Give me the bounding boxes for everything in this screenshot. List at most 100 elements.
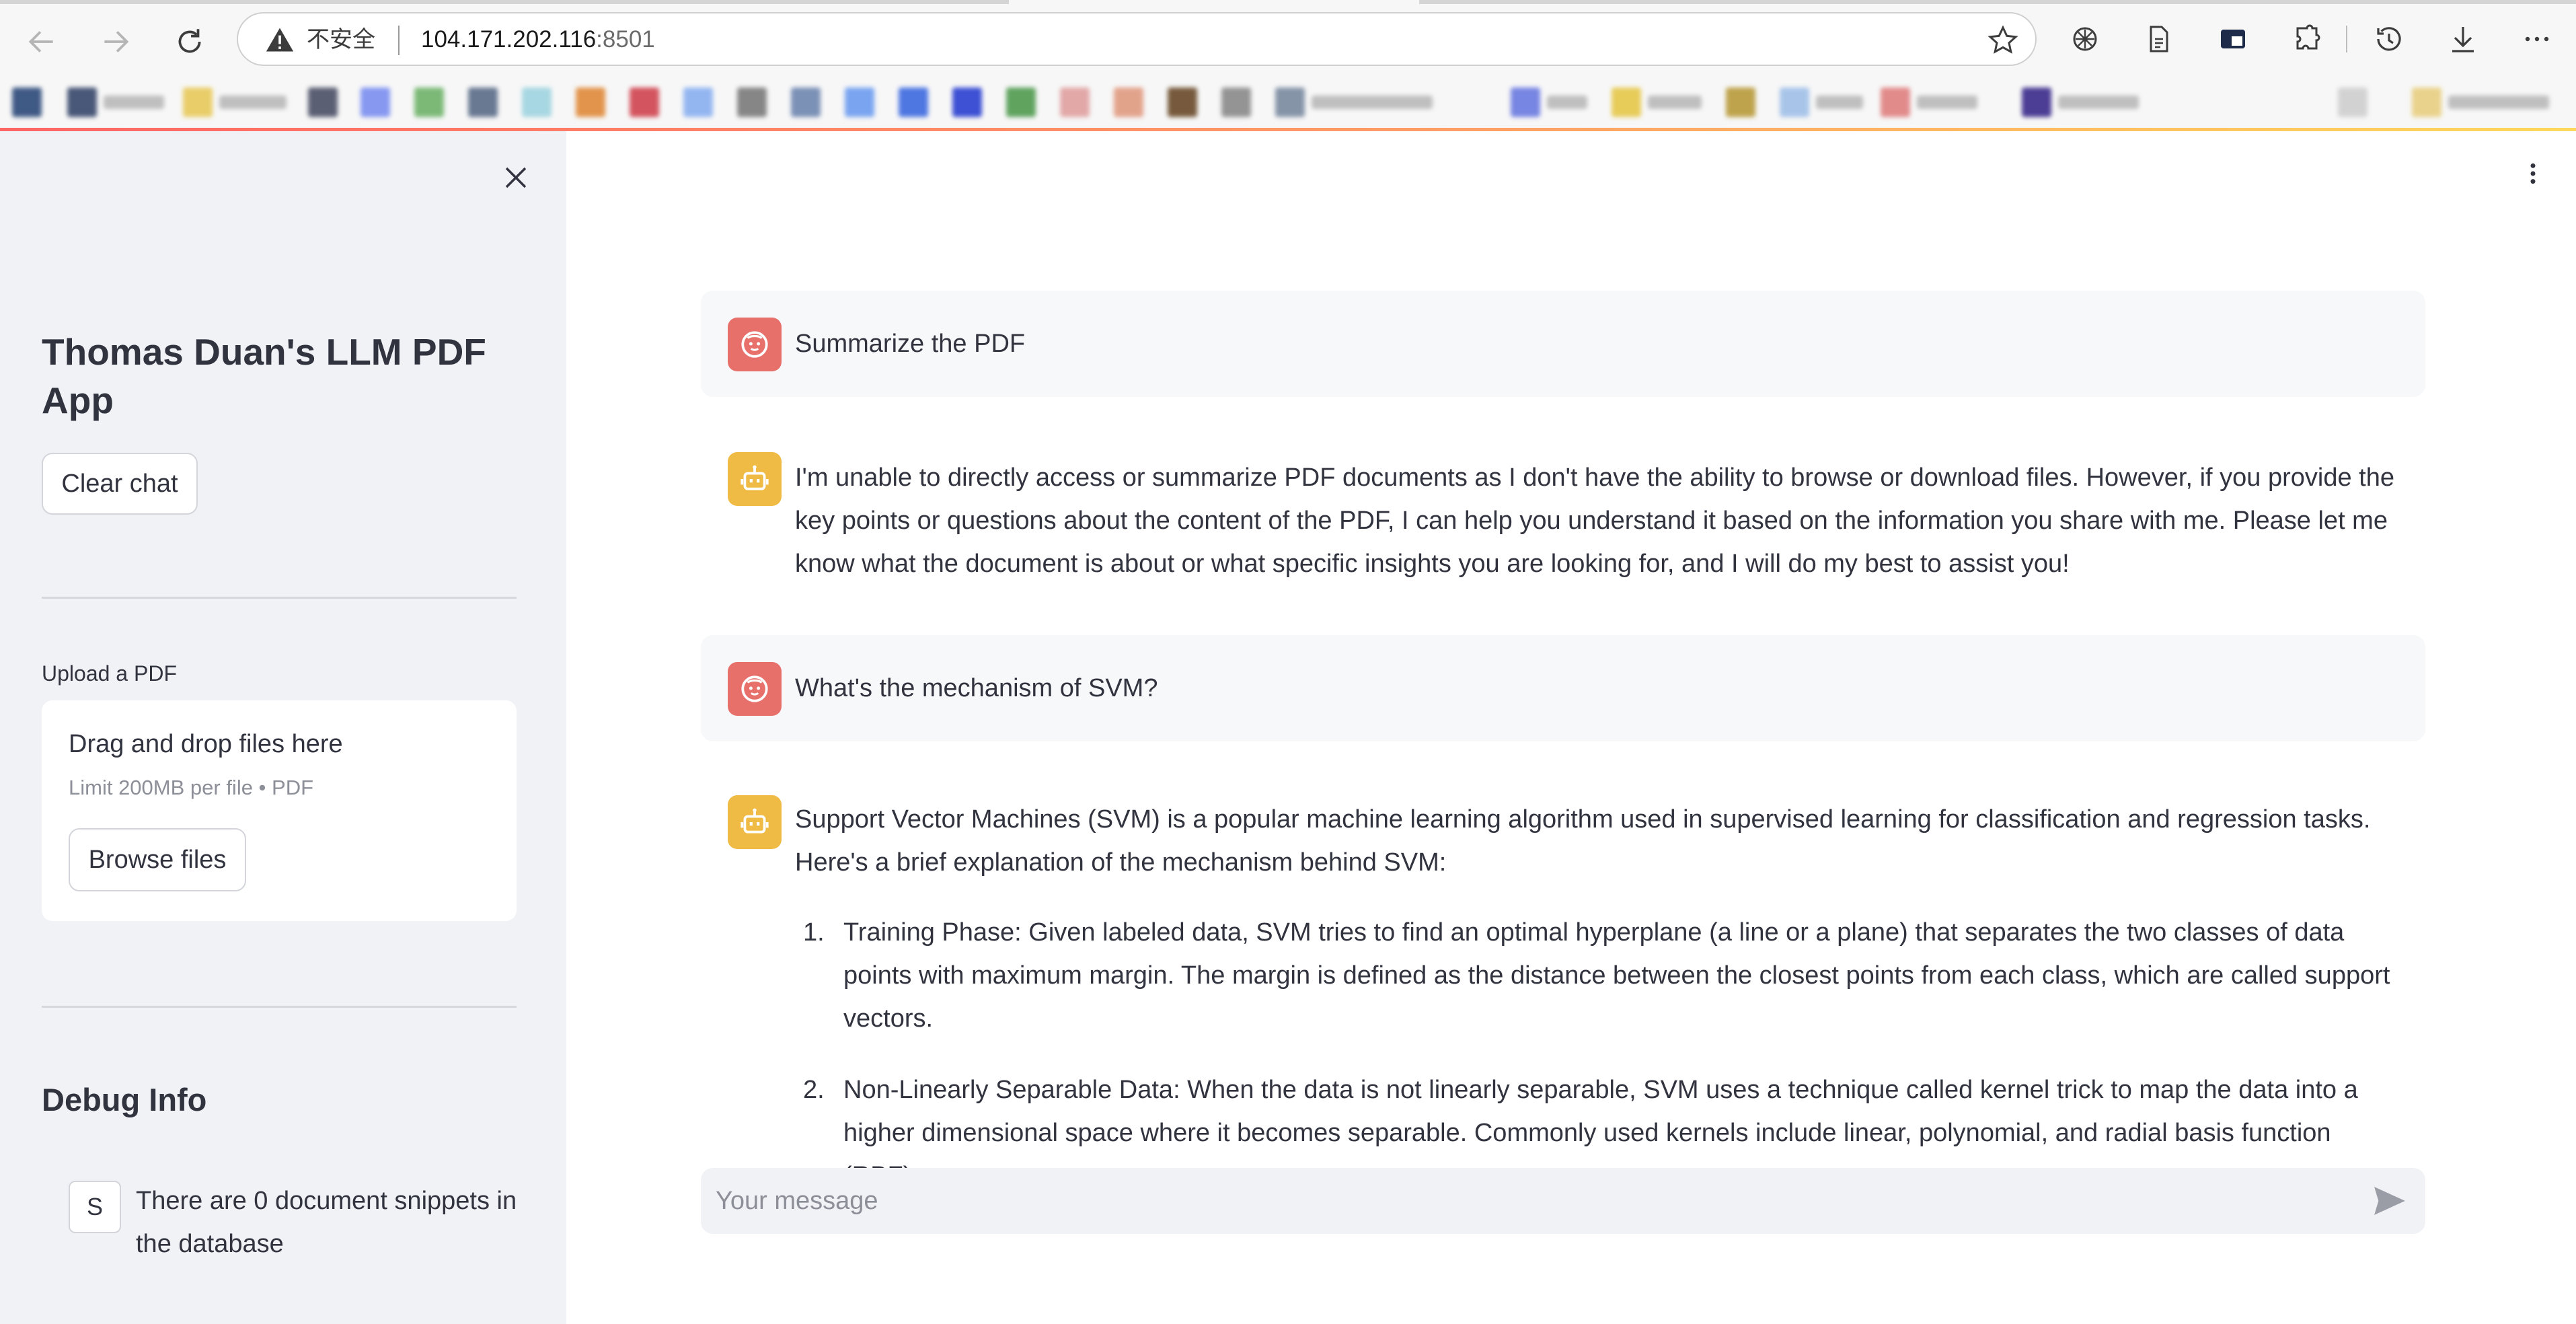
document-icon [2150, 26, 2168, 52]
tab-strip-edge [0, 0, 1009, 4]
list-number: 1. [803, 918, 825, 947]
extension-flower-icon [2073, 27, 2097, 51]
file-dropzone[interactable]: Drag and drop files here Limit 200MB per… [42, 700, 517, 921]
bookmark[interactable] [576, 87, 605, 117]
extensions-button[interactable] [2289, 22, 2324, 57]
bookmark[interactable] [414, 87, 444, 117]
bookmark[interactable] [1275, 87, 1433, 117]
bookmark[interactable] [2022, 87, 2139, 117]
bookmark[interactable] [2338, 87, 2367, 117]
close-icon [505, 167, 527, 188]
refresh-button[interactable] [164, 16, 215, 67]
downloads-button[interactable] [2446, 22, 2480, 57]
forward-button[interactable] [90, 16, 141, 67]
security-label[interactable]: 不安全 [307, 23, 375, 57]
bookmark[interactable] [1114, 87, 1143, 117]
arrow-right-icon [104, 31, 129, 52]
list-number: 2. [803, 1076, 825, 1104]
bookmark[interactable] [67, 87, 164, 117]
user-face-icon [741, 331, 768, 358]
bookmark[interactable] [12, 87, 42, 117]
refresh-icon [178, 29, 201, 53]
puzzle-icon [2296, 24, 2320, 50]
send-icon[interactable] [2373, 1185, 2407, 1216]
debug-title: Debug Info [42, 1082, 207, 1117]
user-avatar [728, 662, 782, 716]
close-sidebar-button[interactable] [496, 158, 535, 197]
bookmarks-bar [0, 78, 2576, 129]
bookmark[interactable] [468, 87, 498, 117]
back-button[interactable] [16, 16, 67, 67]
debug-message: There are 0 document snippets in the dat… [136, 1187, 517, 1258]
bookmark[interactable] [1726, 87, 1755, 117]
arrow-left-icon [28, 31, 53, 52]
main-menu-button[interactable] [2521, 153, 2545, 194]
screen-capture-button[interactable] [2215, 22, 2250, 57]
download-icon [2452, 27, 2474, 52]
app-title: Thomas Duan's LLM PDF App [42, 331, 486, 421]
warning-icon[interactable] [265, 26, 295, 55]
sidebar-divider [42, 597, 517, 599]
robot-icon [741, 465, 769, 490]
more-horizontal-icon [2525, 36, 2549, 42]
url-host: 104.171.202.116 [421, 26, 597, 52]
history-button[interactable] [2372, 22, 2407, 57]
bookmark[interactable] [683, 87, 713, 117]
chat-message-input[interactable] [714, 1177, 2342, 1224]
bookmark[interactable] [183, 87, 287, 117]
assistant-avatar [728, 452, 782, 506]
more-vertical-icon [2530, 163, 2536, 184]
history-icon [2377, 27, 2401, 51]
reading-view-button[interactable] [2142, 22, 2176, 57]
url-text[interactable]: 104.171.202.116:8501 [421, 23, 655, 57]
chat-message-user: What's the mechanism of SVM? [701, 635, 2425, 741]
bookmark[interactable] [1612, 87, 1702, 117]
chat-input-bar [701, 1168, 2425, 1234]
bookmark[interactable] [1780, 87, 1863, 117]
chat-message-user: Summarize the PDF [701, 291, 2425, 397]
message-text: I'm unable to directly access or summari… [795, 464, 2394, 578]
chat-message-assistant: Support Vector Machines (SVM) is a popul… [701, 774, 2425, 1190]
list-text: Training Phase: Given labeled data, SVM … [843, 918, 2390, 1033]
browse-files-button[interactable]: Browse files [69, 828, 246, 891]
assistant-avatar [728, 795, 782, 849]
robot-icon [741, 808, 769, 834]
user-avatar [728, 318, 782, 371]
clear-chat-button[interactable]: Clear chat [42, 453, 198, 515]
bookmark[interactable] [522, 87, 552, 117]
url-port: :8501 [596, 26, 655, 52]
bookmark[interactable] [1221, 87, 1251, 117]
address-separator [398, 26, 400, 55]
bookmark[interactable] [899, 87, 928, 117]
list-item: 1. Training Phase: Given labeled data, SV… [795, 911, 2409, 1040]
sidebar: Thomas Duan's LLM PDF App Clear chat Upl… [0, 131, 566, 1324]
chat-message-assistant: I'm unable to directly access or summari… [701, 431, 2425, 599]
favorite-star-icon[interactable] [1987, 24, 2019, 57]
sidebar-divider [42, 1006, 517, 1008]
bookmark[interactable] [952, 87, 982, 117]
bookmark[interactable] [1060, 87, 1090, 117]
bookmark[interactable] [845, 87, 874, 117]
tab-strip-edge [1419, 0, 2576, 4]
dropzone-limit: Limit 200MB per file • PDF [69, 776, 314, 799]
bookmark[interactable] [630, 87, 659, 117]
extension-button[interactable] [2068, 22, 2103, 57]
bookmark[interactable] [1006, 87, 1036, 117]
bookmark[interactable] [308, 87, 338, 117]
message-text: Summarize the PDF [795, 330, 1026, 358]
dropzone-text: Drag and drop files here [69, 730, 343, 758]
bookmark[interactable] [1511, 87, 1587, 117]
bookmark[interactable] [1168, 87, 1197, 117]
browser-toolbar: 不安全 104.171.202.116:8501 [0, 0, 2576, 78]
window-icon [2221, 30, 2245, 48]
toolbar-separator [2346, 26, 2347, 52]
bookmark[interactable] [361, 87, 390, 117]
address-bar[interactable]: 不安全 104.171.202.116:8501 [237, 12, 2037, 66]
bookmark[interactable] [737, 87, 767, 117]
browser-menu-button[interactable] [2520, 22, 2554, 57]
message-text: What's the mechanism of SVM? [795, 674, 1158, 702]
bookmark[interactable] [1881, 87, 1977, 117]
bookmark[interactable] [2412, 87, 2549, 117]
debug-avatar: S [69, 1181, 121, 1233]
bookmark[interactable] [791, 87, 821, 117]
